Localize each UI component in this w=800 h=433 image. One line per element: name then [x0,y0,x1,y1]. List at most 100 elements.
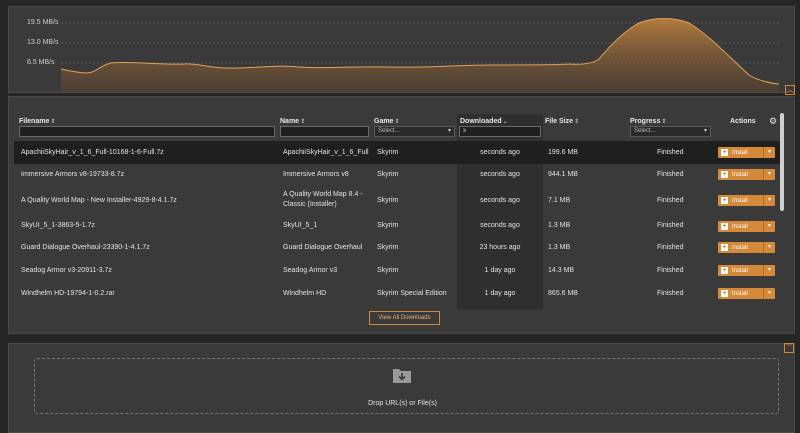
speed-graph-panel: 19.5 MB/s 13.0 MB/s 6.5 MB/s ︿ [8,6,795,95]
column-header-downloaded[interactable]: Downloaded⌄ [460,118,508,125]
column-header-progress[interactable]: Progress⇕ [630,118,666,125]
table-row[interactable]: Guard Dialogue Overhaul-23390-1-4.1.7z G… [14,237,780,260]
plus-icon: + [721,223,728,230]
speed-graph [60,18,780,93]
view-all-downloads-button[interactable]: View All Downloads [369,311,440,325]
table-row[interactable]: Immersive Armors v8-19733-8.7z Immersive… [14,164,780,187]
table-row[interactable]: Windhelm HD-19794-1-0.2.rar Windhelm HD … [14,283,780,306]
progress-cell: Finished [657,149,684,156]
downloaded-cell: seconds ago [480,149,520,156]
speed-graph-area [61,18,779,93]
chevron-down-icon[interactable]: ﹀ [784,343,794,353]
install-button[interactable]: + Install ▾ [718,195,775,206]
game-cell: Skyrim [377,171,399,178]
progress-cell: Finished [657,267,684,274]
progress-cell: Finished [657,222,684,229]
column-header-filename[interactable]: Filename⇕ [19,118,55,125]
install-button[interactable]: + Install ▾ [718,288,775,299]
game-cell: Skyrim [377,149,399,156]
chevron-down-icon[interactable]: ▾ [763,288,775,299]
filename-filter-input[interactable] [19,126,275,137]
downloaded-filter-input[interactable]: ≥ [459,126,541,137]
table-row[interactable]: Seadog Armor v3-20911-3.7z Seadog Armor … [14,260,780,283]
install-button[interactable]: + Install ▾ [718,169,775,180]
filename-cell: Seadog Armor v3-20911-3.7z [21,267,112,274]
name-cell: Immersive Armors v8 [283,171,349,178]
column-header-game[interactable]: Game⇕ [374,118,400,125]
game-cell: Skyrim [377,244,399,251]
filename-cell: ApachiiSkyHair_v_1_6_Full-10168-1-6-Full… [21,149,164,156]
filename-cell: Windhelm HD-19794-1-0.2.rar [21,290,115,297]
filesize-cell: 7.1 MB [548,197,571,204]
game-cell: Skyrim Special Edition [377,290,447,297]
caret-down-icon: ▾ [447,128,451,134]
sort-icon: ⇕ [574,119,580,125]
chevron-down-icon[interactable]: ▾ [763,221,775,232]
install-button[interactable]: + Install ▾ [718,221,775,232]
scrollbar[interactable] [780,113,784,211]
install-button[interactable]: + Install ▾ [718,147,775,158]
caret-down-icon: ▾ [703,128,707,134]
sort-icon: ⇕ [50,119,56,125]
name-filter-input[interactable] [280,126,369,137]
progress-cell: Finished [657,171,684,178]
downloaded-cell: seconds ago [480,171,520,178]
downloaded-cell: 1 day ago [484,290,516,297]
plus-icon: + [721,267,728,274]
filename-cell: Guard Dialogue Overhaul-23390-1-4.1.7z [21,244,150,251]
name-cell: Windhelm HD [283,290,327,297]
y-axis-label: 6.5 MB/s [27,59,55,66]
filesize-cell: 865.6 MB [548,290,578,297]
filename-cell: A Quality World Map - New Installer-4929… [21,197,177,204]
plus-icon: + [721,171,728,178]
filesize-cell: 1.3 MB [548,244,571,251]
downloaded-cell: 23 hours ago [479,244,521,251]
plus-icon: + [721,290,728,297]
name-cell: Guard Dialogue Overhaul [283,244,363,251]
chevron-up-icon[interactable]: ︿ [785,85,795,95]
table-row[interactable]: SkyUI_5_1-3863-5-1.7z SkyUI_5_1 Skyrim s… [14,214,780,237]
download-icon [393,369,411,383]
plus-icon: + [721,244,728,251]
plus-icon: + [721,197,728,204]
chevron-down-icon[interactable]: ▾ [763,195,775,206]
progress-cell: Finished [657,244,684,251]
sort-icon: ⇕ [394,119,400,125]
sort-desc-icon: ⌄ [502,119,508,125]
sort-icon: ⇕ [300,119,306,125]
install-button[interactable]: + Install ▾ [718,242,775,253]
plus-icon: + [721,149,728,156]
chevron-down-icon[interactable]: ▾ [763,242,775,253]
filesize-cell: 944.1 MB [548,171,578,178]
game-filter-select[interactable]: Select... ▾ [374,126,455,137]
filename-cell: Immersive Armors v8-19733-8.7z [21,171,125,178]
name-cell: ApachiiSkyHair_v_1_6_Full [283,149,369,156]
column-header-name[interactable]: Name⇕ [280,118,305,125]
chevron-down-icon[interactable]: ▾ [763,265,775,276]
y-axis-label: 13.0 MB/s [27,39,59,46]
drop-zone-text: Drop URL(s) or File(s) [368,400,437,407]
chevron-down-icon[interactable]: ▾ [763,169,775,180]
game-cell: Skyrim [377,267,399,274]
downloaded-cell: 1 day ago [484,267,516,274]
drop-panel: Drop URL(s) or File(s) [8,343,795,433]
table-row[interactable]: A Quality World Map - New Installer-4929… [14,187,780,214]
game-cell: Skyrim [377,197,399,204]
chevron-down-icon[interactable]: ▾ [763,147,775,158]
downloaded-cell: seconds ago [480,197,520,204]
column-header-filesize[interactable]: File Size⇕ [545,118,579,125]
name-cell: Seadog Armor v3 [283,267,338,274]
filename-cell: SkyUI_5_1-3863-5-1.7z [21,222,95,229]
progress-cell: Finished [657,290,684,297]
install-button[interactable]: + Install ▾ [718,265,775,276]
name-cell: SkyUI_5_1 [283,222,318,229]
progress-filter-select[interactable]: Select... ▾ [630,126,711,137]
y-axis-label: 19.5 MB/s [27,19,59,26]
filesize-cell: 199.6 MB [548,149,578,156]
sort-icon: ⇕ [661,119,667,125]
game-cell: Skyrim [377,222,399,229]
gear-icon[interactable]: ⚙ [769,116,777,127]
downloaded-cell: seconds ago [480,222,520,229]
table-row[interactable]: ApachiiSkyHair_v_1_6_Full-10168-1-6-Full… [14,141,780,164]
filesize-cell: 1.3 MB [548,222,571,229]
